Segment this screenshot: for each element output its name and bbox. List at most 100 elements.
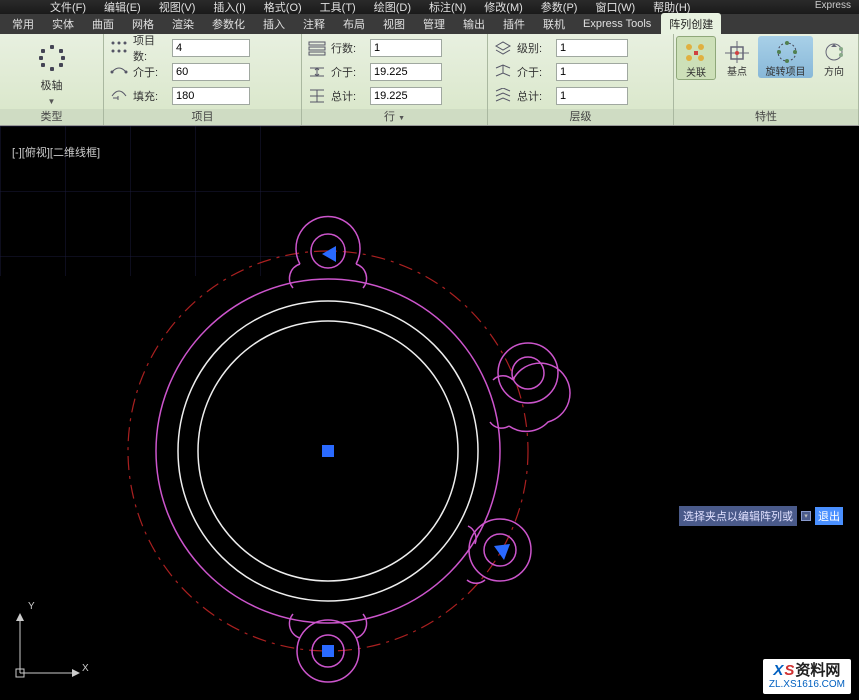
ucs-x-label: X — [82, 663, 89, 674]
rows-total-icon — [306, 87, 328, 105]
level-count-input[interactable] — [556, 39, 628, 57]
polar-label: 极轴 — [41, 77, 63, 93]
items-fill-icon — [108, 87, 130, 105]
drawing-canvas[interactable] — [0, 126, 859, 700]
items-count-label: 项目数: — [133, 32, 169, 64]
tab-parametric[interactable]: 参数化 — [204, 13, 253, 35]
items-between-icon — [108, 63, 130, 81]
items-fill-input[interactable] — [172, 87, 250, 105]
tab-online[interactable]: 联机 — [535, 13, 573, 35]
level-total-input[interactable] — [556, 87, 628, 105]
top-direction-grip[interactable] — [322, 246, 336, 262]
tab-manage[interactable]: 管理 — [415, 13, 453, 35]
center-grip[interactable] — [322, 445, 334, 457]
items-count-input[interactable] — [172, 39, 250, 57]
panel-label-level: 层级 — [488, 109, 673, 125]
tab-layout[interactable]: 布局 — [335, 13, 373, 35]
menu-view[interactable]: 视图(V) — [159, 0, 196, 14]
rows-between-label: 介于: — [331, 64, 367, 80]
prop-rotateitems-label: 旋转项目 — [766, 67, 806, 78]
tab-output[interactable]: 输出 — [455, 13, 493, 35]
rows-count-icon — [306, 39, 328, 57]
watermark: XS 资料网 ZL.XS1616.COM — [763, 659, 851, 695]
watermark-url: ZL.XS1616.COM — [769, 679, 845, 690]
level-total-label: 总计: — [517, 88, 553, 104]
drawing-area[interactable]: [-][俯视][二维线框] — [0, 126, 859, 700]
level-between-icon — [492, 63, 514, 81]
tab-common[interactable]: 常用 — [4, 13, 42, 35]
tab-view[interactable]: 视图 — [375, 13, 413, 35]
menu-draw[interactable]: 绘图(D) — [374, 0, 411, 14]
tab-solid[interactable]: 实体 — [44, 13, 82, 35]
panel-rows: 行数: 介于: 总计: 行 ▼ — [302, 34, 488, 125]
panel-levels: 级别: 介于: 总计: 层级 — [488, 34, 674, 125]
rotateitems-icon — [771, 38, 801, 66]
rows-between-input[interactable] — [370, 63, 442, 81]
items-fill-label: 填充: — [133, 88, 169, 104]
menu-tools[interactable]: 工具(T) — [320, 0, 356, 14]
level-between-input[interactable] — [556, 63, 628, 81]
tab-annotate[interactable]: 注释 — [295, 13, 333, 35]
menu-edit[interactable]: 编辑(E) — [104, 0, 141, 14]
direction-icon — [819, 38, 849, 66]
items-between-label: 介于: — [133, 64, 169, 80]
prop-direction-button[interactable]: 方向 — [814, 36, 854, 78]
panel-items: 项目数: 介于: 填充: 项目 — [104, 34, 302, 125]
prop-basepoint-label: 基点 — [727, 67, 747, 78]
prop-associate-button[interactable]: 关联 — [676, 36, 716, 80]
basepoint-icon — [722, 38, 752, 66]
panel-label-items: 项目 — [104, 109, 301, 125]
items-count-icon — [108, 39, 130, 57]
exit-button[interactable]: 退出 — [815, 507, 843, 525]
rows-total-input[interactable] — [370, 87, 442, 105]
panel-type: 极轴 ▼ 类型 — [0, 34, 104, 125]
prompt-text: 选择夹点以编辑阵列或 — [679, 506, 797, 526]
menu-window[interactable]: 窗口(W) — [595, 0, 635, 14]
rows-total-label: 总计: — [331, 88, 367, 104]
panel-label-props: 特性 — [674, 109, 858, 125]
polar-array-button[interactable]: 极轴 ▼ — [0, 34, 103, 109]
rows-count-input[interactable] — [370, 39, 442, 57]
menu-insert[interactable]: 插入(I) — [213, 0, 245, 14]
ucs-icon: Y X — [10, 603, 90, 686]
menu-format[interactable]: 格式(O) — [264, 0, 302, 14]
prop-basepoint-button[interactable]: 基点 — [717, 36, 757, 78]
bottom-grip[interactable] — [322, 645, 334, 657]
ribbon: 极轴 ▼ 类型 项目数: 介于: — [0, 34, 859, 126]
menu-help[interactable]: 帮助(H) — [653, 0, 690, 14]
menu-dimension[interactable]: 标注(N) — [429, 0, 466, 14]
tab-plugins[interactable]: 插件 — [495, 13, 533, 35]
tab-surface[interactable]: 曲面 — [84, 13, 122, 35]
array-drawing[interactable] — [128, 217, 570, 682]
associate-icon — [681, 39, 711, 67]
dropdown-icon: ▼ — [48, 97, 56, 106]
tab-render[interactable]: 渲染 — [164, 13, 202, 35]
menu-param[interactable]: 参数(P) — [541, 0, 578, 14]
rows-between-icon — [306, 63, 328, 81]
level-between-label: 介于: — [517, 64, 553, 80]
dynamic-prompt: 选择夹点以编辑阵列或 ▾ 退出 — [679, 506, 843, 526]
menu-bar: 文件(F) 编辑(E) 视图(V) 插入(I) 格式(O) 工具(T) 绘图(D… — [0, 0, 859, 14]
ribbon-tabs: 常用 实体 曲面 网格 渲染 参数化 插入 注释 布局 视图 管理 输出 插件 … — [0, 14, 859, 34]
ucs-y-label: Y — [28, 601, 35, 612]
prop-direction-label: 方向 — [824, 67, 844, 78]
prop-associate-label: 关联 — [686, 68, 706, 79]
items-between-input[interactable] — [172, 63, 250, 81]
tab-array-create[interactable]: 阵列创建 — [661, 13, 721, 35]
menu-modify[interactable]: 修改(M) — [484, 0, 523, 14]
menu-file[interactable]: 文件(F) — [50, 0, 86, 14]
panel-label-rows: 行 ▼ — [302, 109, 487, 125]
app-right-text: Express — [815, 0, 851, 11]
rows-count-label: 行数: — [331, 40, 367, 56]
prompt-options-icon[interactable]: ▾ — [801, 511, 811, 521]
panel-properties: 关联 基点 旋转项目 方向 特性 — [674, 34, 859, 125]
level-count-label: 级别: — [517, 40, 553, 56]
tab-insert[interactable]: 插入 — [255, 13, 293, 35]
level-count-icon — [492, 39, 514, 57]
level-total-icon — [492, 87, 514, 105]
polar-array-icon — [39, 45, 65, 71]
prop-rotateitems-button[interactable]: 旋转项目 — [758, 36, 813, 78]
right-direction-grip[interactable] — [494, 544, 510, 560]
panel-label-type: 类型 — [0, 109, 103, 125]
tab-express[interactable]: Express Tools — [575, 15, 659, 33]
